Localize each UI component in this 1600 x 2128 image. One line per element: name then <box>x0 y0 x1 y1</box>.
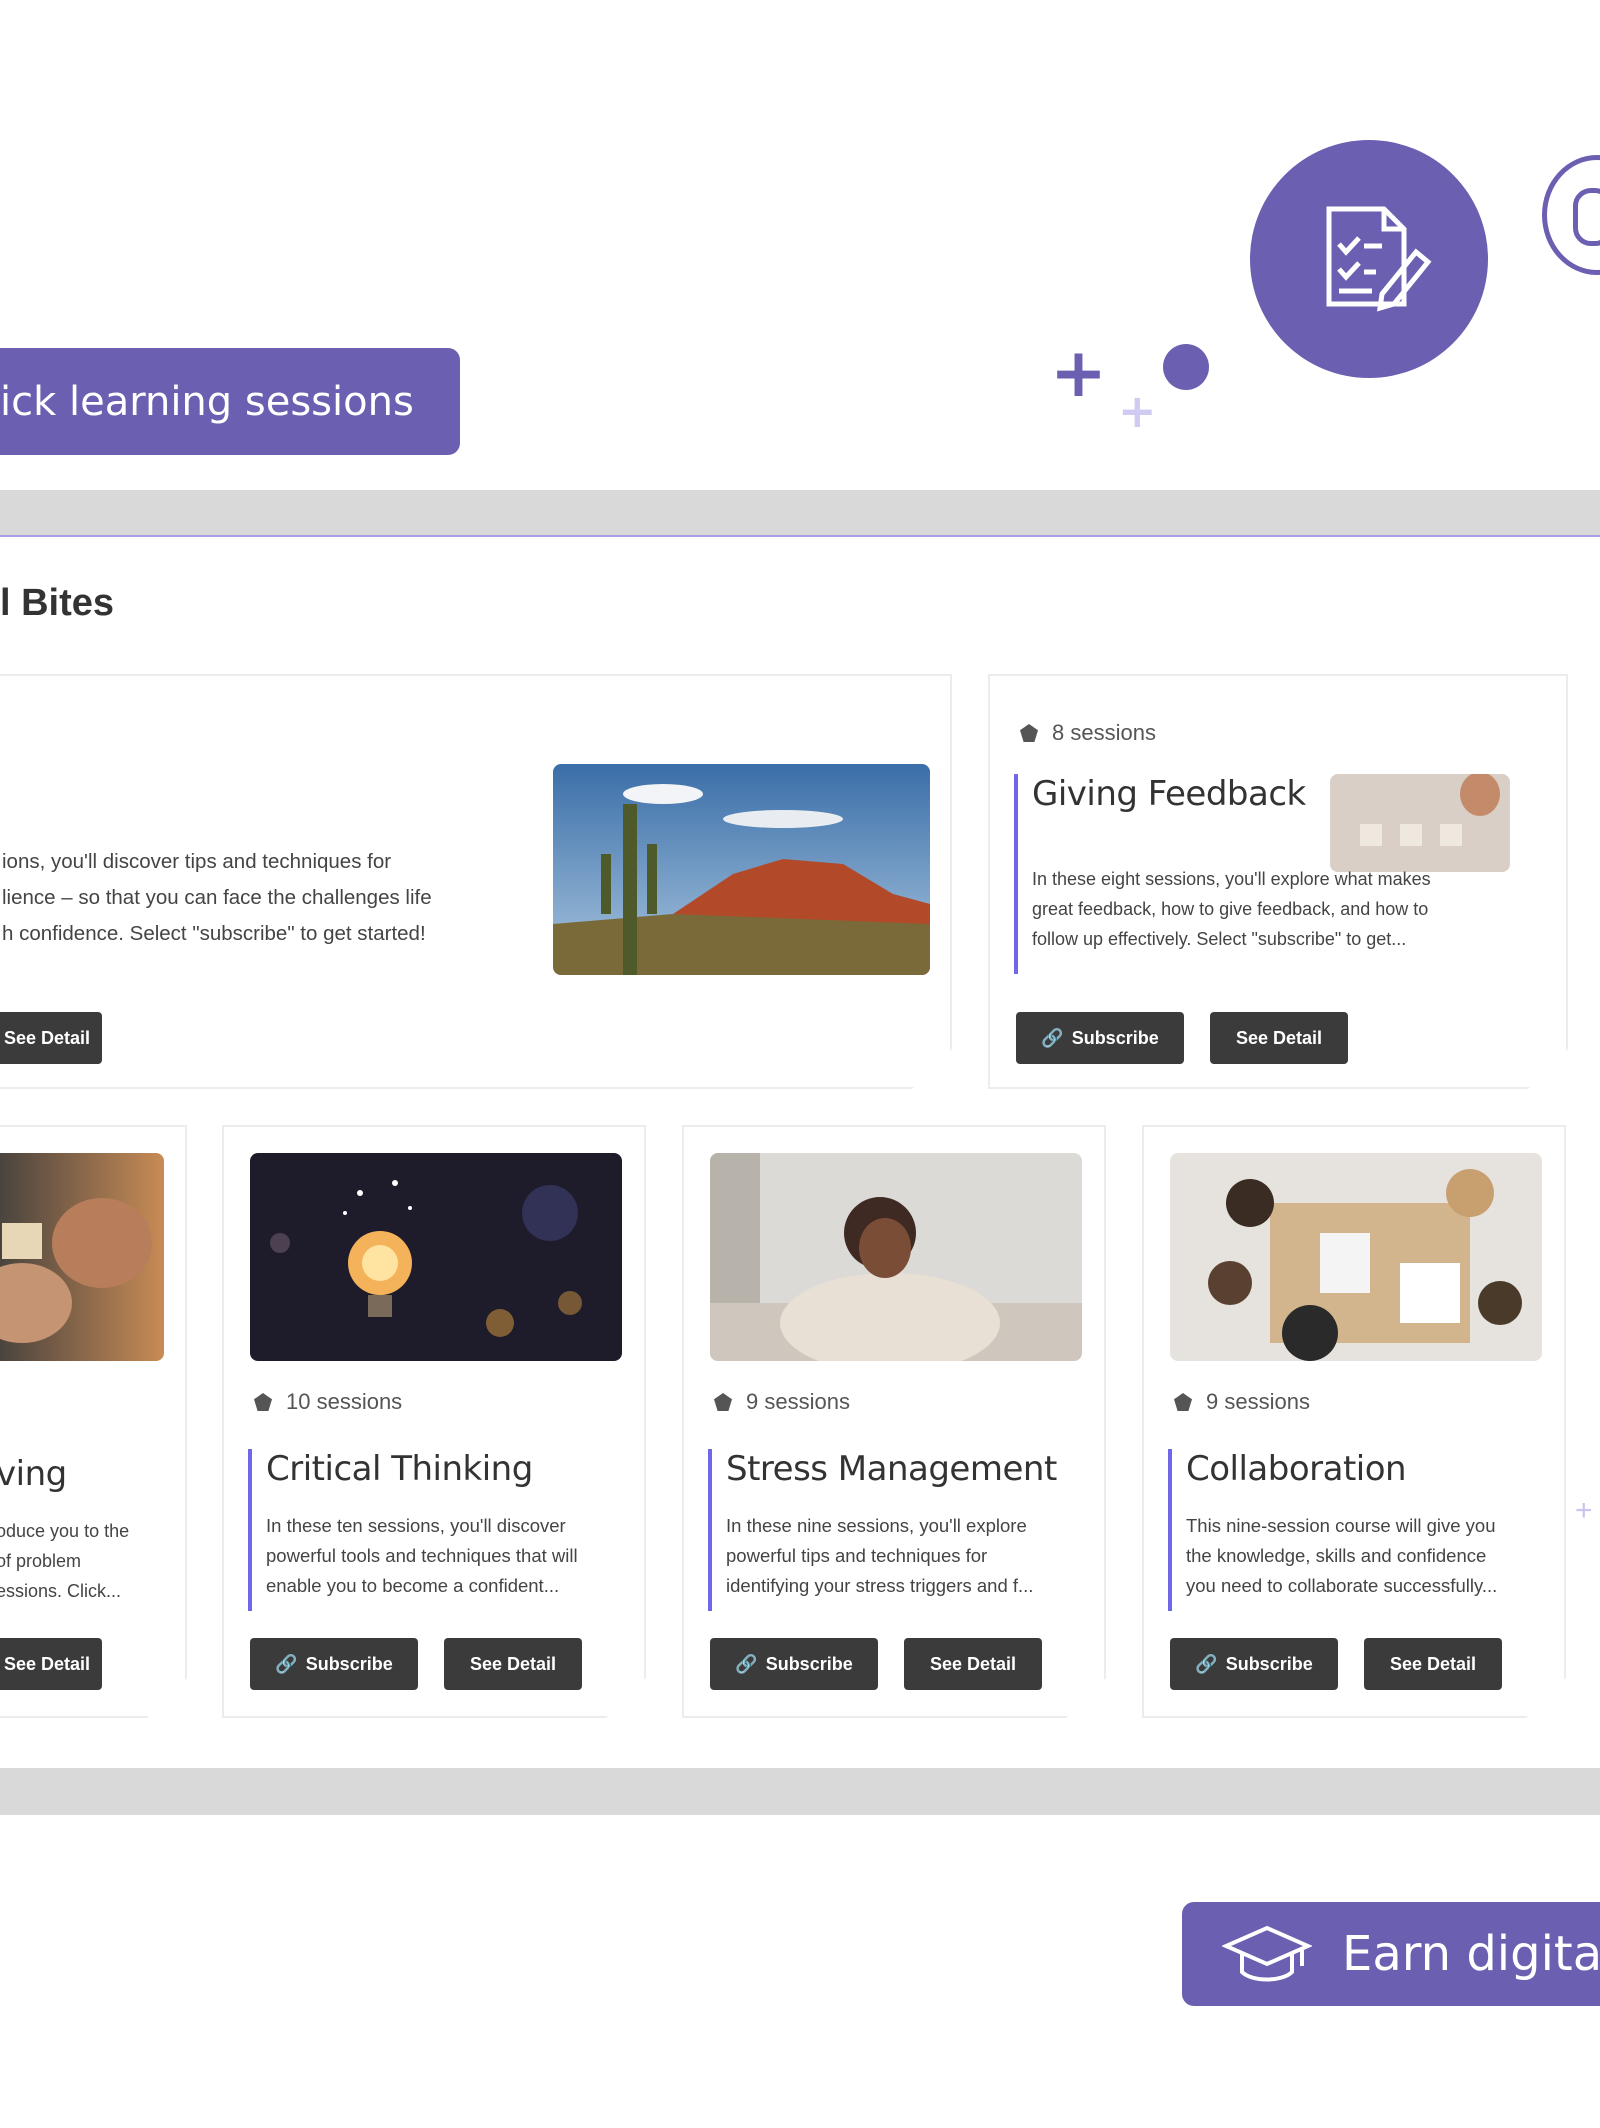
diamond-icon <box>1174 1393 1192 1411</box>
desc-line: oduce you to the <box>0 1521 130 1541</box>
sessions-label: 10 sessions <box>286 1389 403 1414</box>
relaxing-woman-image <box>710 1153 1082 1361</box>
featured-desc-line: ions, you'll discover tips and technique… <box>2 850 392 873</box>
desc-line: This nine-session course will give you <box>1186 1515 1496 1536</box>
plus-icon: + <box>1575 1494 1593 1527</box>
course-description: In these eight sessions, you'll explore … <box>1032 864 1534 954</box>
subscribe-button[interactable]: 🔗 Subscribe <box>250 1638 418 1690</box>
course-description: In these nine sessions, you'll explore p… <box>726 1511 1088 1601</box>
card-body: Stress Management In these nine sessions… <box>708 1449 1088 1611</box>
plus-icon: + <box>1050 334 1107 413</box>
panel-bottom-bar <box>0 1768 1600 1815</box>
see-detail-label: See Detail <box>469 1653 557 1674</box>
card-body: ving oduce you to the of problem essions… <box>0 1454 162 1614</box>
subscribe-button[interactable]: 🔗 Subscribe <box>1170 1638 1338 1690</box>
desc-line: follow up effectively. Select "subscribe… <box>1032 929 1407 949</box>
sessions-label: 9 sessions <box>1206 1389 1310 1414</box>
link-icon: 🔗 <box>735 1653 758 1674</box>
desert-cactus-image <box>553 764 930 975</box>
earn-digital-label: Earn digita <box>1342 1926 1600 1982</box>
featured-desc-line: h confidence. Select "subscribe" to get … <box>2 922 426 945</box>
link-icon: 🔗 <box>1195 1653 1218 1674</box>
subscribe-label: Subscribe <box>305 1653 393 1674</box>
see-detail-button[interactable]: See Detail <box>444 1638 582 1690</box>
desc-line: powerful tips and techniques for <box>726 1545 988 1566</box>
sessions-count: 9 sessions <box>714 1389 850 1415</box>
subscribe-label: Subscribe <box>1071 1027 1159 1048</box>
featured-card-description: ions, you'll discover tips and technique… <box>2 844 432 952</box>
diamond-icon <box>1020 724 1038 742</box>
featured-desc-line: lience – so that you can face the challe… <box>2 886 432 909</box>
subscribe-label: Subscribe <box>765 1653 853 1674</box>
section-title: l Bites <box>0 582 115 624</box>
see-detail-label: See Detail <box>3 1027 91 1048</box>
sessions-label: 8 sessions <box>1052 720 1156 745</box>
card-body: Collaboration This nine-session course w… <box>1168 1449 1548 1611</box>
course-card-giving-feedback: 8 sessions Giving Feedback In these eigh… <box>988 674 1568 1089</box>
course-description: oduce you to the of problem essions. Cli… <box>0 1516 162 1606</box>
diamond-icon <box>714 1393 732 1411</box>
course-title: ving <box>0 1454 67 1494</box>
desc-line: powerful tools and techniques that will <box>266 1545 578 1566</box>
course-title: Giving Feedback <box>1032 774 1306 814</box>
course-card-critical-thinking: 10 sessions Critical Thinking In these t… <box>222 1125 646 1718</box>
stopwatch-inner-icon <box>1573 188 1600 246</box>
see-detail-label: See Detail <box>3 1653 91 1674</box>
course-description: In these ten sessions, you'll discover p… <box>266 1511 628 1601</box>
link-icon: 🔗 <box>275 1653 298 1674</box>
see-detail-button[interactable]: See Detail <box>1210 1012 1348 1064</box>
document-edit-icon <box>1250 140 1488 378</box>
subscribe-button[interactable]: 🔗 Subscribe <box>1016 1012 1184 1064</box>
panel-top-bar <box>0 490 1600 535</box>
desc-line: identifying your stress triggers and f..… <box>726 1575 1034 1596</box>
desc-line: enable you to become a confident... <box>266 1575 560 1596</box>
see-detail-button[interactable]: See Detail <box>0 1012 102 1064</box>
course-title: Critical Thinking <box>266 1449 533 1489</box>
see-detail-label: See Detail <box>929 1653 1017 1674</box>
course-card-problem-solving: ving oduce you to the of problem essions… <box>0 1125 187 1718</box>
panel-divider <box>0 535 1600 537</box>
earn-digital-badges-pill[interactable]: Earn digita <box>1182 1902 1600 2006</box>
desc-line: In these ten sessions, you'll discover <box>266 1515 566 1536</box>
see-detail-label: See Detail <box>1235 1027 1323 1048</box>
subscribe-button[interactable]: 🔗 Subscribe <box>710 1638 878 1690</box>
course-title: Stress Management <box>726 1449 1057 1489</box>
lightbulb-image <box>250 1153 622 1361</box>
see-detail-label: See Detail <box>1389 1653 1477 1674</box>
link-icon: 🔗 <box>1041 1027 1064 1048</box>
course-card-stress-management: 9 sessions Stress Management In these ni… <box>682 1125 1106 1718</box>
plus-icon: + <box>1118 384 1157 438</box>
subscribe-label: Subscribe <box>1225 1653 1313 1674</box>
desc-line: the knowledge, skills and confidence <box>1186 1545 1487 1566</box>
graduation-cap-icon <box>1212 1922 1322 1986</box>
sessions-count: 10 sessions <box>254 1389 402 1415</box>
desc-line: of problem <box>0 1551 82 1571</box>
card-body: Giving Feedback In these eight sessions,… <box>1014 774 1534 974</box>
quick-learning-label: ick learning sessions <box>0 378 414 425</box>
sessions-count: 8 sessions <box>1020 720 1156 746</box>
sessions-label: 9 sessions <box>746 1389 850 1414</box>
see-detail-button[interactable]: See Detail <box>0 1638 102 1690</box>
course-description: This nine-session course will give you t… <box>1186 1511 1548 1601</box>
desc-line: essions. Click... <box>0 1581 122 1601</box>
course-title: Collaboration <box>1186 1449 1407 1489</box>
quick-learning-pill[interactable]: ick learning sessions <box>0 348 460 455</box>
featured-course-card: ions, you'll discover tips and technique… <box>0 674 952 1089</box>
desc-line: you need to collaborate successfully... <box>1186 1575 1498 1596</box>
card-body: Critical Thinking In these ten sessions,… <box>248 1449 628 1611</box>
sessions-count: 9 sessions <box>1174 1389 1310 1415</box>
course-card-collaboration: 9 sessions Collaboration This nine-sessi… <box>1142 1125 1566 1718</box>
see-detail-button[interactable]: See Detail <box>904 1638 1042 1690</box>
desc-line: great feedback, how to give feedback, an… <box>1032 899 1429 919</box>
puzzle-hands-image <box>0 1153 164 1361</box>
diamond-icon <box>254 1393 272 1411</box>
see-detail-button[interactable]: See Detail <box>1364 1638 1502 1690</box>
desc-line: In these eight sessions, you'll explore … <box>1032 869 1431 889</box>
dot-icon <box>1163 344 1209 390</box>
desc-line: In these nine sessions, you'll explore <box>726 1515 1027 1536</box>
team-table-image <box>1170 1153 1542 1361</box>
